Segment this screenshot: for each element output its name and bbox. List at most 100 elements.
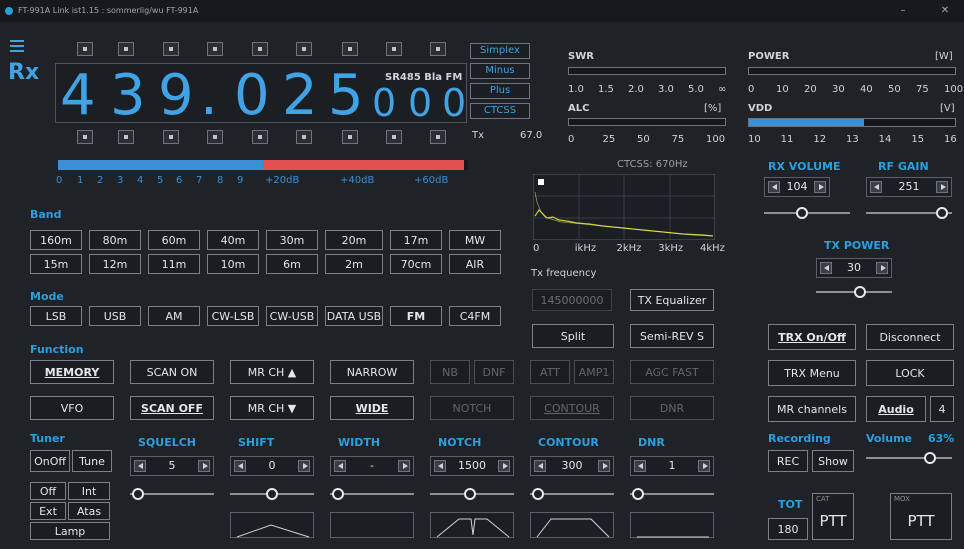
slider-thumb-icon[interactable] [332, 488, 344, 500]
digit-up-button-5[interactable] [296, 42, 312, 56]
knob-slider-shift[interactable] [230, 488, 314, 500]
knob-slider-squelch[interactable] [130, 488, 214, 500]
digit-down-button-4[interactable] [252, 130, 268, 144]
knob-spinner-notch[interactable]: 1500 [430, 456, 514, 476]
knob-slider-notch[interactable] [430, 488, 514, 500]
knob-slider-dnr[interactable] [630, 488, 714, 500]
tuner-tune-button[interactable]: Tune [72, 450, 112, 472]
mode-button-fm[interactable]: FM [390, 306, 442, 326]
knob-spinner-contour[interactable]: 300 [530, 456, 614, 476]
digit-down-button-2[interactable] [163, 130, 179, 144]
arrow-right-icon[interactable] [936, 181, 948, 193]
rf-gain-spinner[interactable]: 251 [866, 177, 952, 197]
dnf-button[interactable]: DNF [474, 360, 514, 384]
band-button-40m[interactable]: 40m [207, 230, 259, 250]
arrow-right-icon[interactable] [298, 460, 310, 472]
band-button-10m[interactable]: 10m [207, 254, 259, 274]
nb-button[interactable]: NB [430, 360, 470, 384]
arrow-left-icon[interactable] [234, 460, 246, 472]
knob-slider-contour[interactable] [530, 488, 614, 500]
digit-down-button-8[interactable] [430, 130, 446, 144]
knob-spinner-dnr[interactable]: 1 [630, 456, 714, 476]
arrow-left-icon[interactable] [434, 460, 446, 472]
trx-menu-button[interactable]: TRX Menu [768, 360, 856, 386]
band-button-17m[interactable]: 17m [390, 230, 442, 250]
digit-down-button-1[interactable] [118, 130, 134, 144]
arrow-right-icon[interactable] [698, 460, 710, 472]
simplex-button[interactable]: Simplex [470, 43, 530, 59]
band-button-2m[interactable]: 2m [325, 254, 383, 274]
narrow-button[interactable]: NARROW [330, 360, 414, 384]
arrow-left-icon[interactable] [134, 460, 146, 472]
arrow-left-icon[interactable] [334, 460, 346, 472]
agc-button[interactable]: AGC FAST [630, 360, 714, 384]
lock-button[interactable]: LOCK [866, 360, 954, 386]
mr-ch-up-button[interactable]: MR CH ▲ [230, 360, 314, 384]
rec-button[interactable]: REC [768, 450, 808, 472]
band-button-160m[interactable]: 160m [30, 230, 82, 250]
mode-button-lsb[interactable]: LSB [30, 306, 82, 326]
rx-volume-spinner[interactable]: 104 [764, 177, 830, 197]
recording-volume-slider[interactable] [866, 452, 952, 464]
show-button[interactable]: Show [812, 450, 854, 472]
slider-thumb-icon[interactable] [464, 488, 476, 500]
digit-up-button-1[interactable] [118, 42, 134, 56]
digit-up-button-2[interactable] [163, 42, 179, 56]
mode-button-cwusb[interactable]: CW-USB [266, 306, 318, 326]
band-button-12m[interactable]: 12m [89, 254, 141, 274]
tuner-atas-button[interactable]: Atas [68, 502, 110, 520]
band-button-20m[interactable]: 20m [325, 230, 383, 250]
tuner-int-button[interactable]: Int [68, 482, 110, 500]
knob-spinner-width[interactable]: - [330, 456, 414, 476]
arrow-left-icon[interactable] [634, 460, 646, 472]
slider-thumb-icon[interactable] [924, 452, 936, 464]
slider-thumb-icon[interactable] [132, 488, 144, 500]
digit-up-button-3[interactable] [207, 42, 223, 56]
cat-ptt-button[interactable]: CAT PTT [812, 493, 854, 540]
band-button-70cm[interactable]: 70cm [390, 254, 442, 274]
knob-spinner-shift[interactable]: 0 [230, 456, 314, 476]
att-button[interactable]: ATT [530, 360, 570, 384]
knob-slider-width[interactable] [330, 488, 414, 500]
tot-value[interactable]: 180 [768, 518, 808, 540]
digit-up-button-7[interactable] [386, 42, 402, 56]
arrow-left-icon[interactable] [768, 181, 780, 193]
digit-up-button-4[interactable] [252, 42, 268, 56]
knob-spinner-squelch[interactable]: 5 [130, 456, 214, 476]
band-button-80m[interactable]: 80m [89, 230, 141, 250]
amp1-button[interactable]: AMP1 [574, 360, 614, 384]
tuner-ext-button[interactable]: Ext [30, 502, 66, 520]
band-button-30m[interactable]: 30m [266, 230, 318, 250]
tx-equalizer-button[interactable]: TX Equalizer [630, 289, 714, 311]
digit-down-button-6[interactable] [342, 130, 358, 144]
mode-button-datausb[interactable]: DATA USB [325, 306, 383, 326]
mode-button-am[interactable]: AM [148, 306, 200, 326]
minus-button[interactable]: Minus [470, 63, 530, 79]
band-button-mw[interactable]: MW [449, 230, 501, 250]
digit-up-button-8[interactable] [430, 42, 446, 56]
ctcss-button[interactable]: CTCSS [470, 103, 530, 119]
tx-frequency-input[interactable]: 145000000 [532, 289, 612, 311]
rf-gain-slider[interactable] [866, 207, 952, 219]
lamp-button[interactable]: Lamp [30, 522, 110, 540]
slider-thumb-icon[interactable] [632, 488, 644, 500]
arrow-right-icon[interactable] [398, 460, 410, 472]
vfo-button[interactable]: VFO [30, 396, 114, 420]
arrow-right-icon[interactable] [598, 460, 610, 472]
menu-icon[interactable] [10, 40, 24, 52]
digit-down-button-5[interactable] [296, 130, 312, 144]
scan-off-button[interactable]: SCAN OFF [130, 396, 214, 420]
scan-on-button[interactable]: SCAN ON [130, 360, 214, 384]
semi-rev-button[interactable]: Semi-REV S [630, 324, 714, 348]
digit-up-button-6[interactable] [342, 42, 358, 56]
minimize-button[interactable]: – [888, 0, 918, 22]
slider-thumb-icon[interactable] [266, 488, 278, 500]
mode-button-c4fm[interactable]: C4FM [449, 306, 501, 326]
band-button-15m[interactable]: 15m [30, 254, 82, 274]
tuner-onoff-button[interactable]: OnOff [30, 450, 70, 472]
arrow-left-icon[interactable] [534, 460, 546, 472]
wide-button[interactable]: WIDE [330, 396, 414, 420]
split-button[interactable]: Split [532, 324, 614, 348]
mox-ptt-button[interactable]: MOX PTT [890, 493, 952, 540]
digit-down-button-7[interactable] [386, 130, 402, 144]
